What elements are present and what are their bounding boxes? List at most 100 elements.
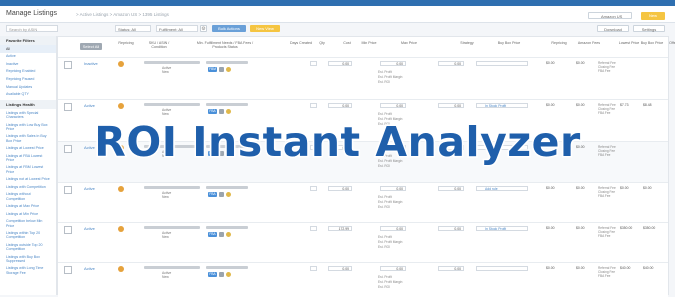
bulk-actions-button[interactable]: Bulk Actions [212,25,246,32]
min-price-input[interactable]: 0.00 [380,186,406,191]
strategy-select[interactable]: In Stock Profit [476,226,528,231]
row-checkbox[interactable] [64,103,72,111]
column-header[interactable]: Offers [661,41,675,45]
price-tag-icon[interactable] [219,232,224,237]
sidebar-item-health[interactable]: Listings with Buy Box Suppressed [0,253,56,265]
new-view-button[interactable]: New View [250,25,280,32]
row-status-label[interactable]: Active [84,103,95,108]
row-status-label[interactable]: Inactive [84,61,98,66]
filter-settings-icon[interactable]: ⚙ [200,25,207,32]
listing-health-heading: Listings Health [0,100,56,110]
sku-text[interactable] [144,186,200,189]
cost-input[interactable]: 0.00 [328,266,352,271]
column-header[interactable]: Min. Fulfillment Needs / FBA Fees / Prod… [196,41,254,49]
sku-text[interactable] [144,61,200,64]
sidebar-item-health[interactable]: Listings with Long Time Storage Fee [0,265,56,277]
min-price-input[interactable]: 0.00 [380,226,406,231]
sidebar-item-health[interactable]: Listings outside Top 20 Competition [0,241,56,253]
column-header[interactable]: Repricing [546,41,572,45]
sidebar-item-health[interactable]: Listings with Competition [0,183,56,191]
qty-input[interactable] [310,186,317,191]
qty-input[interactable] [310,266,317,271]
sku-text[interactable] [144,103,200,106]
column-header[interactable]: Buy Box Price [496,41,522,45]
repricing-indicator-icon[interactable] [118,266,124,272]
new-button[interactable]: New [641,12,665,20]
row-checkbox[interactable] [64,226,72,234]
cost-input[interactable]: 0.00 [328,103,352,108]
info-icon[interactable] [226,67,231,72]
sidebar-item-favorite[interactable]: All [0,45,56,53]
repricing-indicator-icon[interactable] [118,226,124,232]
download-button[interactable]: Download [597,25,629,32]
price-tag-icon[interactable] [219,67,224,72]
qty-input[interactable] [310,103,317,108]
metric-label: Est. Profit Margin [378,280,403,284]
strategy-select[interactable] [476,266,528,271]
min-price-input[interactable]: 0.00 [380,103,406,108]
info-icon[interactable] [226,192,231,197]
max-price-input[interactable]: 0.00 [438,266,464,271]
row-status-label[interactable]: Active [84,226,95,231]
fee-label: FBA Fee [598,234,611,238]
sku-text[interactable] [144,226,200,229]
max-price-value: 0.00 [454,62,461,66]
column-header[interactable]: Min Price [356,41,382,45]
min-price-input[interactable]: 0.00 [380,266,406,271]
min-price-input[interactable]: 0.00 [380,61,406,66]
strategy-select[interactable]: Add rule [476,186,528,191]
sidebar-item-favorite[interactable]: Repricing Paused [0,75,56,83]
row-checkbox[interactable] [64,186,72,194]
sidebar-item-health[interactable]: Listings at Max Price [0,202,56,210]
price-tag-icon[interactable] [219,272,224,277]
max-price-input[interactable]: 0.00 [438,61,464,66]
status-select[interactable]: Status: All [115,25,151,32]
sidebar-item-health[interactable]: Listings not at Lowest Price [0,176,56,184]
row-checkbox[interactable] [64,61,72,69]
cost-input[interactable]: 0.00 [328,186,352,191]
info-icon[interactable] [226,272,231,277]
sidebar-item-health[interactable]: Competition below Min Price [0,218,56,230]
cost-input[interactable]: 172.99 [328,226,352,231]
sidebar-item-favorite[interactable]: Available QTY [0,90,56,98]
max-price-value: 0.00 [454,104,461,108]
info-icon[interactable] [226,232,231,237]
strategy-select[interactable]: In Stock Profit [476,103,528,108]
repricing-indicator-icon[interactable] [118,103,124,109]
favorite-filters-heading: Favorite Filters [0,36,56,45]
repricing-indicator-icon[interactable] [118,61,124,67]
row-status-label[interactable]: Active [84,186,95,191]
account-select[interactable]: Amazon US [588,12,632,19]
sidebar-item-health[interactable]: Listings without Competition [0,191,56,203]
price-tag-icon[interactable] [219,192,224,197]
column-header[interactable]: Repricing [113,41,139,45]
column-header[interactable]: SKU / ASIN / Condition [146,41,172,49]
sidebar-item-favorite[interactable]: Inactive [0,60,56,68]
max-price-input[interactable]: 0.00 [438,186,464,191]
qty-input[interactable] [310,61,317,66]
strategy-select[interactable] [476,61,528,66]
sidebar-item-health[interactable]: Listings at Min Price [0,210,56,218]
max-price-input[interactable]: 0.00 [438,103,464,108]
cost-input[interactable]: 0.00 [328,61,352,66]
metric-label: Est. Profit [378,235,392,239]
column-header[interactable]: Max Price [396,41,422,45]
sidebar-item-favorite[interactable]: Repricing Enabled [0,68,56,76]
sidebar-item-health[interactable]: Listings within Top 20 Competition [0,229,56,241]
table-row: Active Active New FBA 0.00 0.00 0.00 Add rule $0… [58,182,668,223]
sidebar-item-favorite[interactable]: Active [0,53,56,61]
max-price-input[interactable]: 0.00 [438,226,464,231]
sidebar-item-favorite[interactable]: Manual Updates [0,83,56,91]
settings-button[interactable]: Settings [633,25,665,32]
sku-text[interactable] [144,266,200,269]
column-header[interactable]: Amazon Fees [576,41,602,45]
row-status-label[interactable]: Active [84,266,95,271]
qty-input[interactable] [310,226,317,231]
column-header[interactable]: Qty [309,41,335,45]
column-header[interactable]: Strategy [454,41,480,45]
fulfillment-select[interactable]: Fulfilment: All [156,25,198,32]
row-checkbox[interactable] [64,266,72,274]
repricing-indicator-icon[interactable] [118,186,124,192]
select-all-button[interactable]: Select All [80,43,102,50]
search-input[interactable]: Search by ASIN [6,25,58,32]
